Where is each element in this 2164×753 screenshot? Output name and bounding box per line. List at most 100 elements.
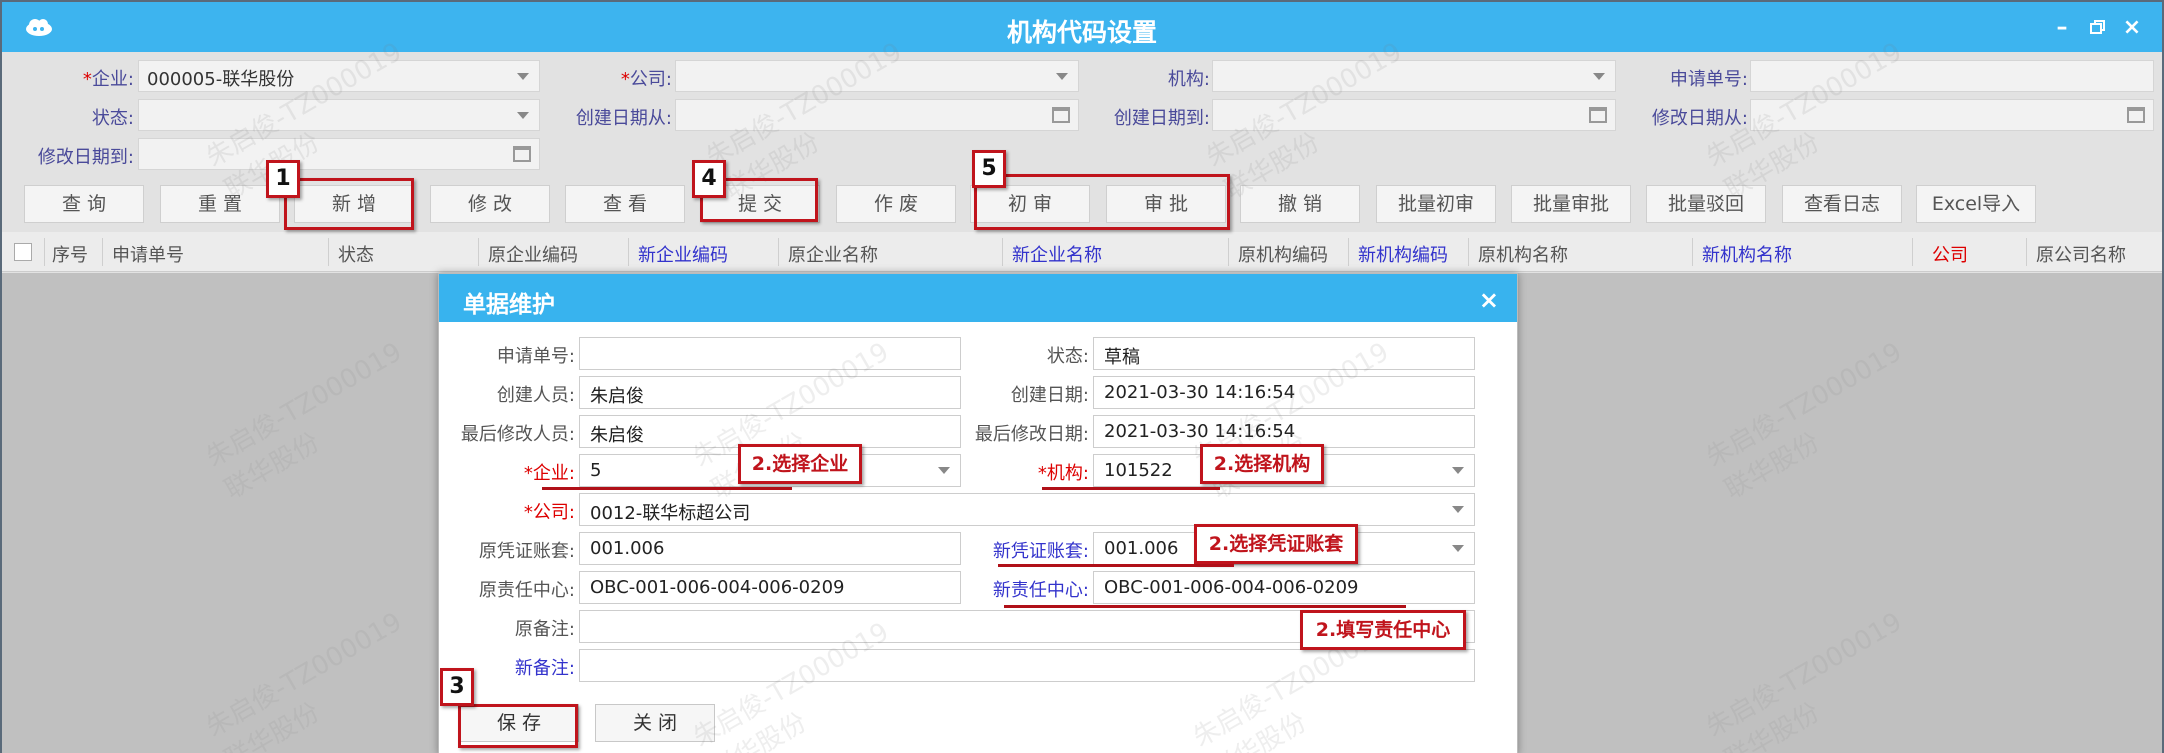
status-filter-select[interactable] [138, 99, 540, 131]
old-voucher-set-label: 原凭证账套: [478, 541, 575, 562]
select-all-checkbox[interactable] [14, 243, 32, 261]
old-voucher-set-input: 001.006 [579, 532, 961, 565]
column-header[interactable]: 序号 [52, 241, 88, 267]
query-button[interactable]: 查 询 [24, 185, 144, 223]
column-divider [102, 238, 103, 266]
chevron-down-icon [1452, 506, 1464, 513]
close-icon[interactable]: × [1479, 286, 1499, 314]
org-label: *机构: [1037, 463, 1089, 484]
reset-button[interactable]: 重 置 [160, 185, 280, 223]
created-to-date[interactable] [1212, 99, 1616, 131]
callout-select-enterprise: 2.选择企业 [738, 444, 862, 484]
minimize-icon[interactable]: – [2052, 17, 2072, 39]
company-filter-label: *公司: [620, 69, 672, 90]
request-no-input[interactable] [579, 337, 961, 370]
new-resp-center-input[interactable]: OBC-001-006-004-006-0209 [1093, 571, 1475, 604]
created-date-input: 2021-03-30 14:16:54 [1093, 376, 1475, 409]
created-date-label: 创建日期: [1010, 385, 1089, 406]
creator-label: 创建人员: [496, 385, 575, 406]
callout-select-org: 2.选择机构 [1200, 444, 1324, 484]
request-no-filter-input[interactable] [1750, 60, 2154, 92]
dialog-title: 单据维护 [463, 292, 555, 318]
new-remark-input[interactable] [579, 649, 1475, 682]
underline-marker [998, 564, 1234, 567]
old-resp-center-label: 原责任中心: [478, 580, 575, 601]
modified-from-date[interactable] [1750, 99, 2154, 131]
title-bar: 机构代码设置 – × [2, 2, 2162, 52]
column-divider [1912, 238, 1913, 266]
chevron-down-icon [1452, 545, 1464, 552]
column-header[interactable]: 新企业编码 [638, 241, 728, 267]
column-header[interactable]: 原企业编码 [488, 241, 578, 267]
restore-icon[interactable] [2088, 18, 2108, 38]
batch-first-review-button[interactable]: 批量初审 [1376, 185, 1496, 223]
void-button[interactable]: 作 废 [836, 185, 956, 223]
batch-approve-button[interactable]: 批量审批 [1511, 185, 1631, 223]
column-header[interactable]: 新企业名称 [1012, 241, 1102, 267]
chevron-down-icon [1593, 73, 1605, 80]
calendar-icon[interactable] [513, 146, 531, 162]
column-header[interactable]: 状态 [338, 241, 374, 267]
window-title: 机构代码设置 [1006, 18, 1157, 47]
batch-reject-button[interactable]: 批量驳回 [1646, 185, 1766, 223]
status-label: 状态: [1046, 346, 1089, 367]
column-divider [328, 238, 329, 266]
close-button[interactable]: 关 闭 [595, 704, 715, 742]
created-from-date[interactable] [675, 99, 1079, 131]
underline-marker [1042, 487, 1220, 490]
company-label: *公司: [523, 502, 575, 523]
column-divider [1348, 238, 1349, 266]
enterprise-filter-select[interactable]: 000005-联华股份 [138, 60, 540, 92]
old-remark-label: 原备注: [514, 619, 575, 640]
step-number-tag: 5 [972, 150, 1006, 188]
old-resp-center-input: OBC-001-006-004-006-0209 [579, 571, 961, 604]
calendar-icon[interactable] [1052, 107, 1070, 123]
status-filter-label: 状态: [91, 108, 134, 129]
column-header[interactable]: 原企业名称 [788, 241, 878, 267]
company-select[interactable]: 0012-联华标超公司 [579, 493, 1475, 526]
column-header[interactable]: 新机构编码 [1358, 241, 1448, 267]
modified-to-date[interactable] [138, 138, 540, 170]
calendar-icon[interactable] [2127, 107, 2145, 123]
chevron-down-icon [1452, 467, 1464, 474]
column-header[interactable]: 新机构名称 [1702, 241, 1792, 267]
step-number-tag: 3 [440, 668, 474, 706]
org-filter-select[interactable] [1212, 60, 1616, 92]
column-divider [778, 238, 779, 266]
grid-header: 序号 申请单号 状态 原企业编码 新企业编码 原企业名称 新企业名称 原机构编码… [2, 232, 2162, 272]
view-button[interactable]: 查 看 [565, 185, 685, 223]
revoke-button[interactable]: 撤 销 [1240, 185, 1360, 223]
enterprise-label: *企业: [523, 463, 575, 484]
new-voucher-set-label: 新凭证账套: [992, 541, 1089, 562]
company-filter-select[interactable] [675, 60, 1079, 92]
column-header[interactable]: 原机构编码 [1238, 241, 1328, 267]
request-no-label: 申请单号: [496, 346, 575, 367]
column-divider [478, 238, 479, 266]
modified-to-label: 修改日期到: [37, 147, 134, 168]
created-to-label: 创建日期到: [1113, 108, 1210, 129]
column-header[interactable]: 公司 [1932, 241, 1968, 267]
step-number-tag: 1 [266, 160, 300, 198]
column-divider [1228, 238, 1229, 266]
creator-input: 朱启俊 [579, 376, 961, 409]
underline-marker [1004, 605, 1406, 608]
chevron-down-icon [1056, 73, 1068, 80]
edit-button[interactable]: 修 改 [430, 185, 550, 223]
column-divider [44, 238, 45, 266]
calendar-icon[interactable] [1589, 107, 1607, 123]
chevron-down-icon [517, 112, 529, 119]
highlight-box-save [458, 704, 578, 748]
new-resp-center-label: 新责任中心: [992, 580, 1089, 601]
callout-select-voucher: 2.选择凭证账套 [1194, 524, 1358, 564]
view-log-button[interactable]: 查看日志 [1782, 185, 1902, 223]
column-divider [1468, 238, 1469, 266]
column-header[interactable]: 申请单号 [112, 241, 184, 267]
status-input: 草稿 [1093, 337, 1475, 370]
column-divider [1692, 238, 1693, 266]
column-header[interactable]: 原机构名称 [1478, 241, 1568, 267]
step-number-tag: 4 [692, 160, 726, 198]
request-no-filter-label: 申请单号: [1669, 69, 1748, 90]
column-header[interactable]: 原公司名称 [2036, 241, 2126, 267]
close-icon[interactable]: × [2122, 17, 2142, 39]
excel-import-button[interactable]: Excel导入 [1916, 185, 2036, 223]
